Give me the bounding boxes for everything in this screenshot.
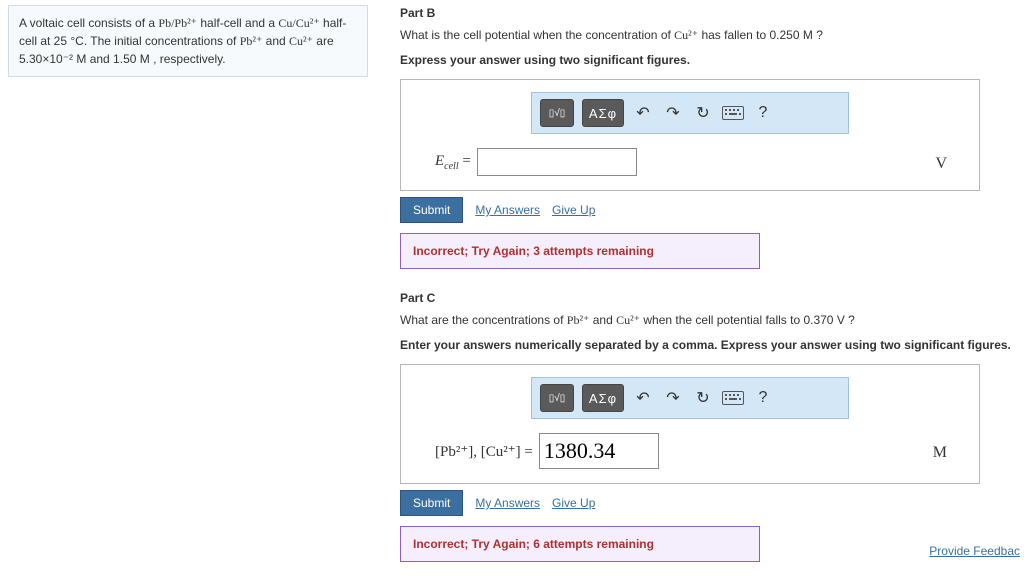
part-c-answer-box: ▯√▯ ΑΣφ ↶ ↷ ↻ ? [Pb²⁺], [Cu²⁺] = M (400, 364, 980, 484)
part-b-feedback: Incorrect; Try Again; 3 attempts remaini… (400, 233, 760, 269)
part-b-unit: V (935, 155, 967, 173)
species-pb2: Pb²⁺ (240, 34, 263, 48)
undo-icon[interactable]: ↶ (632, 102, 654, 124)
templates-icon: ▯√▯ (549, 393, 566, 404)
greek-button[interactable]: ΑΣφ (582, 99, 624, 127)
part-c-question: What are the concentrations of Pb²⁺ and … (400, 313, 1020, 328)
part-c-input-row: [Pb²⁺], [Cu²⁺] = M (413, 433, 967, 473)
part-c-give-up-link[interactable]: Give Up (552, 496, 595, 510)
part-b-button-row: Submit My Answers Give Up (400, 197, 1020, 223)
part-b-var-label: Ecell = (435, 153, 471, 172)
part-c-my-answers-link[interactable]: My Answers (475, 496, 540, 510)
q-c-mid: and (593, 313, 616, 327)
q-b-post: has fallen to 0.250 M ? (701, 28, 822, 42)
redo-icon[interactable]: ↷ (662, 102, 684, 124)
q-c-pre: What are the concentrations of (400, 313, 567, 327)
part-b-header: Part B (400, 6, 1020, 20)
part-c-submit-button[interactable]: Submit (400, 490, 463, 516)
species-pb-pb2: Pb/Pb²⁺ (158, 16, 197, 30)
templates-button[interactable]: ▯√▯ (540, 99, 574, 127)
part-b-give-up-link[interactable]: Give Up (552, 203, 595, 217)
part-c-unit: M (933, 444, 967, 462)
part-b-instruction: Express your answer using two significan… (400, 53, 1020, 67)
keyboard-icon[interactable] (722, 102, 744, 124)
desc-text-2: half-cell and a (200, 16, 278, 30)
reset-icon[interactable]: ↻ (692, 387, 714, 409)
part-c-header: Part C (400, 291, 1020, 305)
reset-icon[interactable]: ↻ (692, 102, 714, 124)
species-cu2: Cu²⁺ (289, 34, 313, 48)
redo-icon[interactable]: ↷ (662, 387, 684, 409)
help-icon[interactable]: ? (752, 102, 774, 124)
part-b-answer-box: ▯√▯ ΑΣφ ↶ ↷ ↻ ? Ecell = V (400, 79, 980, 191)
species-cu-cu2: Cu/Cu²⁺ (278, 16, 319, 30)
q-c-species-1: Pb²⁺ (567, 313, 590, 327)
part-c-button-row: Submit My Answers Give Up (400, 490, 1020, 516)
part-c-answer-input[interactable] (539, 433, 659, 469)
greek-button[interactable]: ΑΣφ (582, 384, 624, 412)
column-divider (388, 0, 389, 576)
desc-text-1: A voltaic cell consists of a (19, 16, 158, 30)
part-c-toolbar: ▯√▯ ΑΣφ ↶ ↷ ↻ ? (531, 377, 849, 419)
problem-description: A voltaic cell consists of a Pb/Pb²⁺ hal… (8, 5, 368, 77)
part-b-question: What is the cell potential when the conc… (400, 28, 1020, 43)
provide-feedback-link[interactable]: Provide Feedbac (929, 544, 1020, 558)
part-b-submit-button[interactable]: Submit (400, 197, 463, 223)
q-b-pre: What is the cell potential when the conc… (400, 28, 674, 42)
help-icon[interactable]: ? (752, 387, 774, 409)
part-c-instruction: Enter your answers numerically separated… (400, 338, 1020, 352)
q-c-post: when the cell potential falls to 0.370 V… (643, 313, 854, 327)
templates-button[interactable]: ▯√▯ (540, 384, 574, 412)
desc-text-4: and (266, 34, 289, 48)
part-b-answer-input[interactable] (477, 148, 637, 176)
part-b-input-row: Ecell = V (413, 148, 967, 180)
part-b-toolbar: ▯√▯ ΑΣφ ↶ ↷ ↻ ? (531, 92, 849, 134)
undo-icon[interactable]: ↶ (632, 387, 654, 409)
q-b-species: Cu²⁺ (674, 28, 698, 42)
right-panel: Part B What is the cell potential when t… (400, 0, 1020, 562)
templates-icon: ▯√▯ (549, 108, 566, 119)
keyboard-icon[interactable] (722, 387, 744, 409)
part-c-feedback: Incorrect; Try Again; 6 attempts remaini… (400, 526, 760, 562)
part-b-my-answers-link[interactable]: My Answers (475, 203, 540, 217)
q-c-species-2: Cu²⁺ (616, 313, 640, 327)
part-c-var-label: [Pb²⁺], [Cu²⁺] = (435, 442, 533, 461)
